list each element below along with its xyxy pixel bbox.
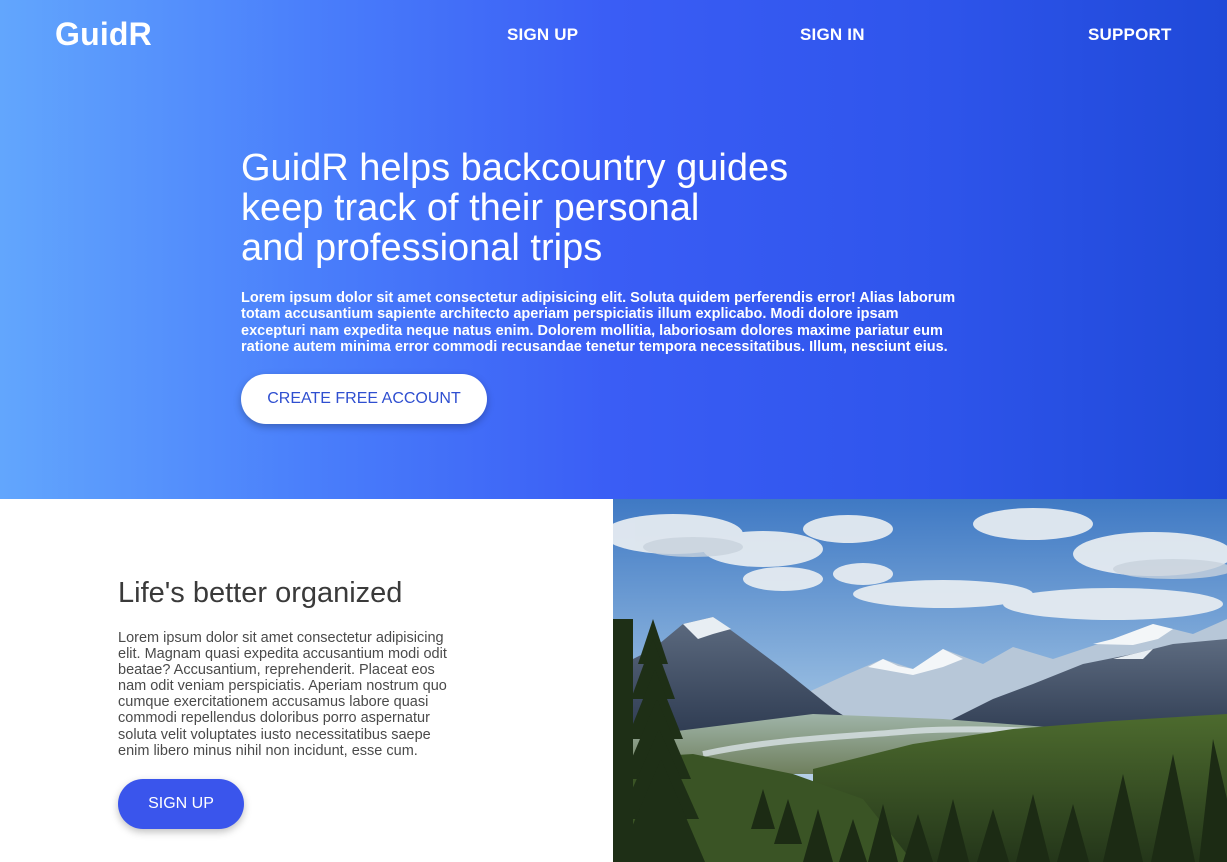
brand-logo[interactable]: GuidR (55, 16, 152, 53)
hero-description-line: ratione autem minima error commodi recus… (241, 338, 948, 355)
hero-title-line: keep track of their personal (241, 187, 700, 229)
mountain-landscape-illustration (613, 499, 1227, 862)
nav-sign-up-link[interactable]: SIGN UP (507, 25, 578, 45)
feature-description: Lorem ipsum dolor sit amet consectetur a… (118, 630, 493, 759)
feature-title: Life's better organized (118, 577, 403, 609)
nav-sign-in-link[interactable]: SIGN IN (800, 25, 865, 45)
feature-description-line: elit. Magnam quasi expedita accusantium … (118, 646, 447, 663)
feature-description-line: beatae? Accusantium, reprehenderit. Plac… (118, 662, 435, 679)
hero-description: Lorem ipsum dolor sit amet consectetur a… (241, 290, 986, 355)
hero-title: GuidR helps backcountry guides keep trac… (241, 148, 881, 268)
hero-description-line: totam accusantium sapiente architecto ap… (241, 306, 899, 323)
feature-description-line: nam odit veniam perspiciatis. Aperiam no… (118, 678, 447, 695)
feature-description-line: enim libero minus nihil non incidunt, es… (118, 742, 418, 759)
feature-section: Life's better organized Lorem ipsum dolo… (0, 499, 613, 862)
hero-section: GuidR SIGN UP SIGN IN SUPPORT GuidR help… (0, 0, 1227, 499)
mountain-landscape-image (613, 499, 1227, 862)
feature-description-line: soluta velit voluptates iusto necessitat… (118, 726, 431, 743)
feature-description-line: cumque exercitationem accusamus labore q… (118, 694, 429, 711)
feature-description-line: Lorem ipsum dolor sit amet consectetur a… (118, 630, 444, 646)
sign-up-button[interactable]: SIGN UP (118, 779, 244, 829)
feature-description-line: commodi repellendus doloribus porro aspe… (118, 710, 430, 727)
hero-title-line: and professional trips (241, 227, 603, 269)
create-free-account-button[interactable]: CREATE FREE ACCOUNT (241, 374, 487, 424)
hero-title-line: GuidR helps backcountry guides (241, 147, 789, 189)
hero-description-line: excepturi nam expedita neque natus enim.… (241, 322, 943, 339)
nav-support-link[interactable]: SUPPORT (1088, 25, 1172, 45)
hero-description-line: Lorem ipsum dolor sit amet consectetur a… (241, 290, 956, 306)
